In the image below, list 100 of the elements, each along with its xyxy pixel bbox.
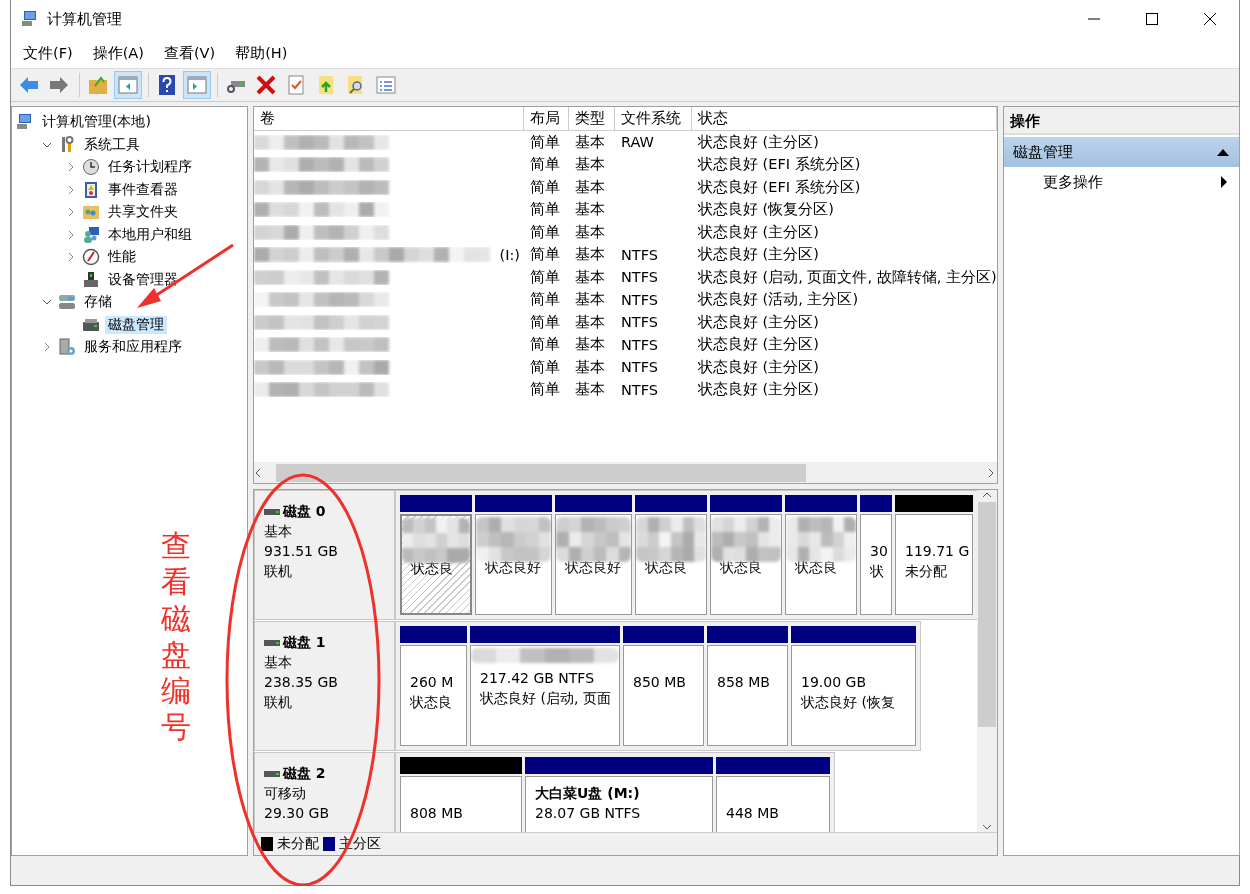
partition[interactable]: 状态良好 — [475, 514, 552, 615]
table-cell-text: 基本 — [574, 132, 606, 152]
tree-item[interactable]: 任务计划程序 — [105, 158, 195, 177]
partition-size: 858 MB — [717, 673, 771, 692]
disk-info: 基本 — [264, 653, 293, 672]
collapse-triangle-icon — [1217, 148, 1229, 156]
app-icon — [21, 10, 39, 28]
folder-up-icon — [87, 74, 109, 96]
partition[interactable]: 状态良 — [635, 514, 707, 615]
table-cell-text: 简单 — [529, 132, 561, 152]
expand-chevron-icon[interactable] — [43, 343, 51, 352]
disk-name: 磁盘 1 — [283, 634, 326, 650]
properties-icon — [285, 74, 307, 96]
expand-chevron-icon[interactable] — [67, 208, 75, 217]
table-cell-text: 状态良好 (主分区) — [697, 357, 820, 377]
table-cell-text: 简单 — [529, 245, 561, 265]
partition[interactable]: 119.71 G 未分配 — [895, 514, 973, 615]
pane-header: 操作 — [1004, 107, 1239, 135]
table-cell-text: 简单 — [529, 380, 561, 400]
tree-item[interactable]: 事件查看器 — [105, 180, 181, 199]
table-cell-text: NTFS — [620, 291, 659, 308]
disk-info: 基本 — [264, 522, 293, 541]
tree-item[interactable]: 本地用户和组 — [105, 225, 195, 244]
maximize-icon — [1146, 13, 1158, 25]
tree-item[interactable]: 服务和应用程序 — [81, 338, 185, 357]
partition-status: 状 — [870, 562, 885, 581]
partition[interactable]: 状态良 — [710, 514, 782, 615]
partition-status: 状态良好 (恢复 — [801, 693, 896, 712]
table-cell-text: 状态良好 (活动, 主分区) — [697, 290, 860, 310]
table-cell-text: 状态良好 (主分区) — [697, 312, 820, 332]
partition[interactable]: 19.00 GB 状态良好 (恢复 — [791, 645, 916, 746]
scrollbar-thumb[interactable] — [978, 502, 996, 727]
scroll-left-icon[interactable] — [254, 468, 262, 478]
column-header[interactable]: 卷 — [254, 107, 524, 130]
users-icon — [82, 225, 100, 244]
disk-name: 磁盘 0 — [283, 503, 326, 519]
table-cell-text: 基本 — [574, 177, 606, 197]
column-header[interactable]: 布局 — [524, 107, 569, 130]
scrollbar-thumb[interactable] — [276, 464, 806, 482]
menu-item[interactable]: 文件(F) — [16, 43, 80, 63]
table-cell-text: 状态良好 (启动, 页面文件, 故障转储, 主分区) — [697, 267, 997, 287]
partition[interactable]: 260 M 状态良 — [400, 645, 467, 746]
legend-label: 未分配 — [277, 835, 319, 853]
menu-item[interactable]: 操作(A) — [85, 43, 151, 63]
folder-icon — [82, 203, 100, 222]
partition-status: 未分配 — [905, 562, 948, 581]
table-cell-text: 简单 — [529, 222, 561, 242]
show-tree-button[interactable] — [114, 71, 142, 99]
tree-item[interactable]: 计算机管理(本地) — [39, 113, 154, 132]
disk-info: 931.51 GB — [264, 542, 339, 561]
menu-item[interactable]: 帮助(H) — [228, 43, 295, 63]
show-action-pane-icon — [186, 74, 208, 96]
table-cell-text: NTFS — [620, 336, 659, 353]
expand-chevron-icon[interactable] — [67, 230, 75, 239]
table-cell-text: 状态良好 (主分区) — [697, 380, 820, 400]
pixelated-redaction — [711, 517, 781, 562]
annotation-text: 查看磁盘编号 — [161, 528, 191, 746]
partition[interactable]: 448 MB — [716, 776, 830, 832]
collapse-chevron-icon[interactable] — [43, 140, 51, 149]
partition[interactable]: 850 MB — [623, 645, 704, 746]
action-item[interactable]: 更多操作 — [1004, 167, 1239, 197]
pixelated-redaction — [786, 517, 856, 562]
table-cell-text: 状态良好 (主分区) — [697, 222, 820, 242]
tree-item[interactable]: 共享文件夹 — [105, 203, 181, 222]
column-header[interactable]: 状态 — [692, 107, 997, 130]
expand-chevron-icon[interactable] — [67, 163, 75, 172]
partition-size: 19.00 GB — [801, 673, 867, 692]
column-header[interactable]: 类型 — [569, 107, 615, 130]
tree-item[interactable]: 磁盘管理 — [105, 315, 167, 334]
partition[interactable]: 858 MB — [707, 645, 788, 746]
table-cell-text: 状态良好 (主分区) — [697, 335, 820, 355]
table-cell-text: RAW — [620, 134, 655, 151]
menu-item[interactable]: 查看(V) — [156, 43, 223, 63]
partition[interactable]: 217.42 GB NTFS 状态良好 (启动, 页面 — [470, 645, 620, 746]
scroll-up-icon[interactable] — [982, 492, 992, 498]
partition[interactable]: 状态良 — [400, 514, 472, 615]
table-cell-text: 简单 — [529, 155, 561, 175]
expand-chevron-icon[interactable] — [67, 253, 75, 262]
action-section[interactable]: 磁盘管理 — [1004, 137, 1239, 167]
tree-item[interactable]: 系统工具 — [81, 135, 143, 154]
partition[interactable]: 状态良 — [785, 514, 857, 615]
scroll-down-icon[interactable] — [982, 824, 992, 830]
show-tree-icon — [117, 74, 139, 96]
tree-item[interactable]: 性能 — [105, 248, 139, 267]
table-cell-text: 简单 — [529, 200, 561, 220]
disk-info: 可移动 — [264, 784, 307, 803]
server-icon — [58, 338, 76, 357]
table-cell-text: 简单 — [529, 267, 561, 287]
tree-item[interactable]: 存储 — [81, 293, 115, 312]
table-cell-text: 基本 — [574, 222, 606, 242]
table-cell-text: 基本 — [574, 200, 606, 220]
partition[interactable]: 30 状 — [860, 514, 892, 615]
partition[interactable]: 大白菜U盘 (M:) 28.07 GB NTFS — [525, 776, 713, 832]
partition[interactable]: 状态良好 — [555, 514, 632, 615]
computer-icon — [16, 113, 34, 132]
expand-chevron-icon[interactable] — [67, 185, 75, 194]
partition[interactable]: 808 MB — [400, 776, 522, 832]
partition-status: 状态良 — [795, 558, 838, 577]
column-header[interactable]: 文件系统 — [615, 107, 692, 130]
collapse-chevron-icon[interactable] — [43, 298, 51, 307]
